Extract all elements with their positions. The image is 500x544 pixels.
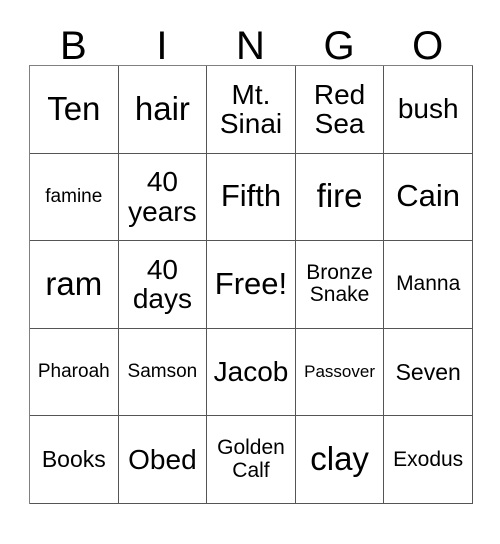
bingo-cell-label: Bronze Snake [306,261,373,307]
bingo-cell[interactable]: Cain [384,153,473,242]
bingo-cell-label: Jacob [213,356,289,388]
bingo-cell-label: clay [310,440,369,478]
bingo-cell-label: ram [45,265,103,302]
bingo-cell-label: Fifth [220,178,282,214]
bingo-row: famine 40 years Fifth fire Cain [30,153,473,242]
bingo-row: Ten hair Mt. Sinai Red Sea bush [30,66,473,154]
bingo-cell[interactable]: Samson [118,328,208,417]
bingo-cell[interactable]: Red Sea [295,66,385,154]
bingo-cell-label: bush [397,93,459,125]
bingo-cell[interactable]: Obed [118,416,208,504]
bingo-header-row: B I N G O [29,18,472,68]
bingo-cell-label: Cain [396,178,461,214]
bingo-cell-label: Passover [304,362,376,382]
bingo-cell-label: Samson [127,361,198,383]
bingo-cell[interactable]: Pharoah [30,328,119,417]
bingo-cell[interactable]: Mt. Sinai [207,66,296,154]
bingo-cell[interactable]: 40 days [118,241,208,329]
bingo-cell[interactable]: Fifth [207,153,296,242]
bingo-row: Pharoah Samson Jacob Passover Seven [30,328,473,417]
header-letter-text: O [412,24,444,68]
bingo-cell[interactable]: fire [295,153,385,242]
bingo-header-letter-b: B [29,18,118,68]
bingo-row: ram 40 days Free! Bronze Snake Manna [30,241,473,329]
bingo-cell[interactable]: Passover [295,328,385,417]
bingo-cell-label: Golden Calf [217,436,285,482]
bingo-cell[interactable]: Exodus [384,416,473,504]
bingo-cell-label: Pharoah [37,361,110,383]
bingo-cell-label: 40 years [128,166,197,227]
bingo-header-letter-i: I [118,18,207,68]
bingo-cell[interactable]: ram [30,241,119,329]
header-letter-text: N [236,24,265,68]
header-letter-text: I [156,24,168,68]
bingo-cell-label: Manna [396,272,461,296]
bingo-cell[interactable]: 40 years [118,153,208,242]
header-letter-text: B [59,24,87,68]
bingo-card: B I N G O Ten hair Mt. Sinai Red Sea bus… [29,18,473,504]
bingo-cell[interactable]: Manna [384,241,473,329]
bingo-row: Books Obed Golden Calf clay Exodus [30,416,473,504]
header-letter-text: G [323,24,355,68]
bingo-header-letter-o: O [383,18,472,68]
bingo-cell[interactable]: Ten [30,66,119,154]
bingo-cell-label: 40 days [132,253,192,315]
bingo-cell-label: Books [41,446,106,473]
bingo-cell-label: Ten [47,89,101,127]
bingo-cell[interactable]: hair [118,66,208,154]
bingo-cell[interactable]: Golden Calf [207,416,296,504]
bingo-cell[interactable]: Jacob [207,328,296,417]
bingo-cell-label: Obed [128,443,197,475]
bingo-header-letter-n: N [206,18,295,68]
bingo-cell-label: Mt. Sinai [219,78,283,140]
bingo-cell-label: Free! [214,266,288,302]
bingo-cell[interactable]: bush [384,66,473,154]
bingo-cell-label: Seven [395,358,461,385]
bingo-cell-label: hair [134,89,190,127]
bingo-grid: Ten hair Mt. Sinai Red Sea bush famine 4… [29,65,473,504]
bingo-cell[interactable]: Seven [384,328,473,417]
bingo-header-letter-g: G [295,18,384,68]
bingo-cell[interactable]: famine [30,153,119,242]
bingo-cell[interactable]: clay [295,416,385,504]
bingo-cell-label: Red Sea [313,78,366,140]
bingo-cell-label: fire [316,177,363,215]
bingo-cell-label: Exodus [393,447,464,471]
bingo-cell-free[interactable]: Free! [207,241,296,329]
bingo-cell[interactable]: Books [30,416,119,504]
bingo-cell[interactable]: Bronze Snake [295,241,385,329]
bingo-cell-label: famine [45,185,103,207]
